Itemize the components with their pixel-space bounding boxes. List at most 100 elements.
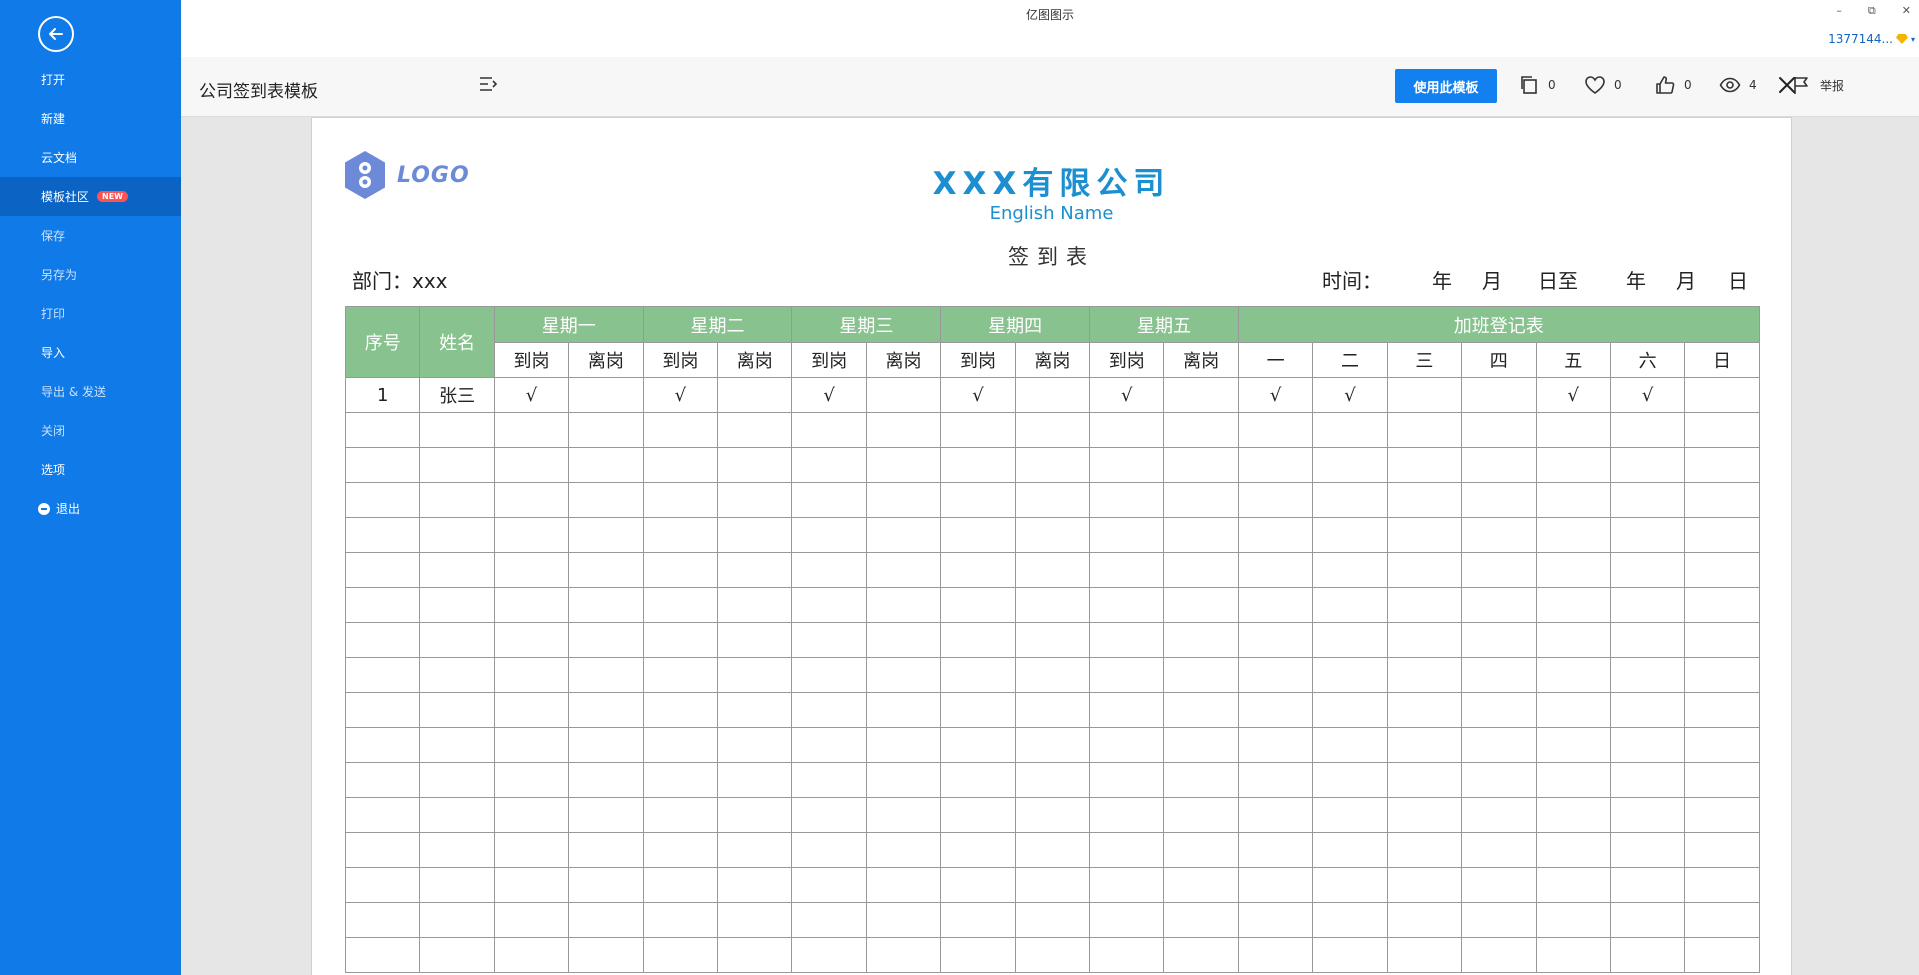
cell-empty: [1386, 587, 1463, 623]
cell-empty: [1386, 482, 1463, 518]
cell-empty: [344, 727, 421, 763]
cell-empty: [1386, 412, 1463, 448]
cell-mark: [717, 377, 793, 413]
cell-empty: [568, 692, 644, 728]
cell-empty: [1163, 412, 1239, 448]
minus-circle-icon: [38, 502, 50, 515]
cell-empty: [717, 517, 793, 553]
sidebar-item-11[interactable]: 退出: [0, 489, 181, 528]
cell-empty: [1312, 622, 1388, 658]
outline-toggle-icon[interactable]: [477, 73, 499, 95]
cell-empty: [493, 587, 570, 623]
cell-empty: [493, 937, 570, 973]
cell-empty: [940, 797, 1016, 833]
cell-empty: [940, 692, 1016, 728]
cell-empty: [1163, 447, 1239, 483]
cell-empty: [1535, 692, 1611, 728]
cell-empty: [419, 727, 495, 763]
cell-empty: [791, 762, 867, 798]
sidebar-menu: 打开 新建 云文档 模板社区 NEW 保存另存为打印导入导出 & 发送关闭 选项 退出: [0, 60, 181, 528]
cell-mark: √: [1237, 377, 1314, 413]
cell-empty: [1014, 727, 1091, 763]
sidebar-item-8[interactable]: 导出 & 发送: [0, 372, 181, 411]
table-row-empty: [344, 552, 1760, 588]
cell-empty: [1089, 552, 1165, 588]
close-window-button[interactable]: ✕: [1902, 4, 1911, 18]
sidebar-item-10[interactable]: 选项: [0, 450, 181, 489]
cell-empty: [1014, 657, 1091, 693]
sidebar-item-label: 打印: [41, 307, 66, 321]
cell-empty: [1386, 692, 1463, 728]
copy-stat[interactable]: 0: [1518, 74, 1556, 96]
cell-empty: [1535, 937, 1611, 973]
cell-empty: [1684, 832, 1760, 868]
sidebar-item-3[interactable]: 模板社区 NEW: [0, 177, 181, 216]
template-toolbar: 公司签到表模板 使用此模板 0 0 0 4 举报: [181, 57, 1919, 117]
view-count: 4: [1749, 78, 1757, 92]
cell-empty: [1386, 727, 1463, 763]
cell-empty: [791, 552, 867, 588]
cell-empty: [568, 832, 644, 868]
user-name[interactable]: 1377144...: [1828, 32, 1893, 46]
sidebar-item-7[interactable]: 导入: [0, 333, 181, 372]
sidebar-item-4[interactable]: 保存: [0, 216, 181, 255]
cell-empty: [940, 587, 1016, 623]
user-account[interactable]: 1377144... ▾: [1828, 32, 1915, 46]
copy-icon: [1521, 76, 1537, 94]
cell-empty: [1461, 867, 1537, 903]
cell-empty: [344, 902, 421, 938]
sidebar-item-9[interactable]: 关闭: [0, 411, 181, 450]
like-count: 0: [1614, 78, 1622, 92]
cell-empty: [940, 727, 1016, 763]
cell-empty: [493, 412, 570, 448]
cell-empty: [865, 482, 942, 518]
cell-empty: [791, 622, 867, 658]
back-button[interactable]: [38, 16, 74, 52]
cell-empty: [493, 692, 570, 728]
cell-empty: [1312, 832, 1388, 868]
use-template-button[interactable]: 使用此模板: [1395, 69, 1497, 103]
cell-empty: [568, 412, 644, 448]
minimize-button[interactable]: –: [1836, 4, 1842, 18]
sidebar-item-label: 保存: [41, 229, 66, 243]
restore-button[interactable]: ⧉: [1868, 4, 1876, 18]
cell-empty: [865, 937, 942, 973]
sidebar-item-0[interactable]: 打开: [0, 60, 181, 99]
cell-empty: [1089, 692, 1165, 728]
cell-empty: [1312, 447, 1388, 483]
like-stat[interactable]: 0: [1584, 74, 1622, 96]
cell-empty: [1014, 447, 1091, 483]
thumbs-stat[interactable]: 0: [1654, 74, 1692, 96]
cell-empty: [940, 867, 1016, 903]
cell-empty: [1237, 587, 1314, 623]
cell-mark: √: [791, 377, 867, 413]
header-sub-in: 到岗: [493, 342, 570, 378]
sidebar-item-6[interactable]: 打印: [0, 294, 181, 333]
cell-empty: [493, 902, 570, 938]
view-stat: 4: [1719, 74, 1757, 96]
cell-empty: [642, 517, 719, 553]
cell-empty: [1312, 797, 1388, 833]
close-icon[interactable]: [1775, 73, 1799, 97]
cell-empty: [1014, 517, 1091, 553]
cell-empty: [1312, 692, 1388, 728]
cell-empty: [940, 447, 1016, 483]
sidebar-item-2[interactable]: 云文档: [0, 138, 181, 177]
cell-empty: [1535, 622, 1611, 658]
chevron-down-icon[interactable]: ▾: [1911, 35, 1915, 44]
date-month-end: 月: [1676, 269, 1696, 293]
english-name: English Name: [989, 203, 1114, 224]
sidebar-item-5[interactable]: 另存为: [0, 255, 181, 294]
cell-empty: [1089, 762, 1165, 798]
cell-empty: [717, 867, 793, 903]
table-row-empty: [344, 797, 1760, 833]
time-label: 时间：: [1322, 269, 1382, 293]
cell-empty: [1461, 902, 1537, 938]
sidebar-item-label: 导出 & 发送: [41, 385, 106, 399]
cell-empty: [1312, 552, 1388, 588]
cell-empty: [419, 447, 495, 483]
cell-empty: [419, 797, 495, 833]
cell-empty: [865, 552, 942, 588]
sidebar-item-1[interactable]: 新建: [0, 99, 181, 138]
cell-empty: [791, 797, 867, 833]
